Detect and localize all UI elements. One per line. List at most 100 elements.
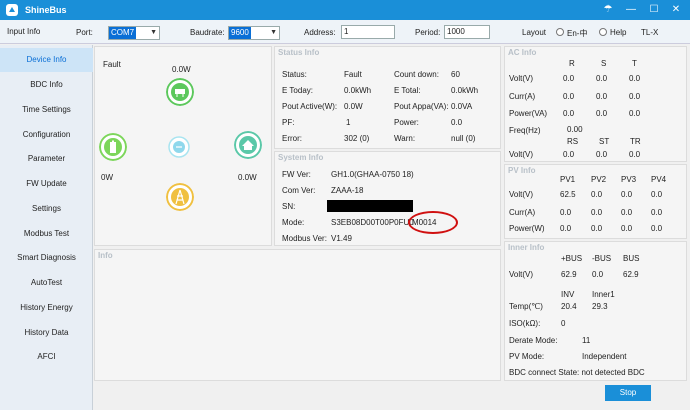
com-ver-value: ZAAA-18 <box>331 186 364 195</box>
home-power-value: 0.0W <box>238 173 257 182</box>
countdown-value: 60 <box>451 70 460 79</box>
bdc-state-text: BDC connect State: not detected BDC <box>509 368 645 377</box>
ac-power-label: Power(VA) <box>509 109 548 118</box>
language-radio[interactable] <box>556 28 564 36</box>
home-icon <box>234 131 262 159</box>
ac-line-volt-rs: 0.0 <box>563 150 575 159</box>
sidebar-item-modbus-test[interactable]: Modbus Test <box>0 222 93 246</box>
address-input[interactable]: 1 <box>341 25 395 39</box>
power-value: 0.0 <box>451 118 463 127</box>
close-button[interactable]: ✕ <box>668 2 684 18</box>
pv-power-value: 0.0W <box>172 65 191 74</box>
sidebar-item-autotest[interactable]: AutoTest <box>0 271 93 295</box>
sidebar-item-afci[interactable]: AFCI <box>0 345 93 369</box>
pout-active-value: 0.0W <box>344 102 363 111</box>
inner-temp-inner1: 29.3 <box>592 302 608 311</box>
inner-info-panel: Inner Info +BUS -BUS BUS Volt(V) 62.9 0.… <box>504 241 687 381</box>
maximize-button[interactable]: ☐ <box>646 2 662 18</box>
inner-volt-label: Volt(V) <box>509 270 534 279</box>
ac-col-st: ST <box>599 137 610 146</box>
ac-line-volt-tr: 0.0 <box>629 150 641 159</box>
status-label: Status: <box>282 70 307 79</box>
pv-col-3: PV3 <box>621 175 637 184</box>
pf-label: PF: <box>282 118 295 127</box>
pv-curr-2: 0.0 <box>591 208 603 217</box>
fw-ver-value: GH1.0(GHAA-0750 18) <box>331 170 414 179</box>
info-panel: Info <box>94 249 501 381</box>
skin-icon[interactable]: ☂ <box>600 2 616 18</box>
ac-freq-value: 0.00 <box>567 125 583 134</box>
sidebar-item-history-data[interactable]: History Data <box>0 321 93 345</box>
period-input[interactable]: 1000 <box>444 25 490 39</box>
warn-label: Warn: <box>394 134 416 143</box>
ac-power-s: 0.0 <box>596 109 608 118</box>
pv-curr-label: Curr(A) <box>509 208 536 217</box>
pv-mode-label: PV Mode: <box>509 352 545 361</box>
inner-col-nbus: -BUS <box>592 254 612 263</box>
sidebar-item-history-energy[interactable]: History Energy <box>0 296 93 320</box>
warn-value: null (0) <box>451 134 476 143</box>
sidebar-item-parameter[interactable]: Parameter <box>0 147 93 171</box>
layout-button[interactable]: Layout <box>522 28 546 37</box>
pv-curr-4: 0.0 <box>651 208 663 217</box>
fw-ver-label: FW Ver: <box>282 170 311 179</box>
period-label: Period: <box>415 28 441 37</box>
pv-power-4: 0.0 <box>651 224 663 233</box>
sidebar-item-time-settings[interactable]: Time Settings <box>0 98 93 122</box>
sidebar-item-smart-diagnosis[interactable]: Smart Diagnosis <box>0 246 93 270</box>
ac-line-volt-label: Volt(V) <box>509 150 534 159</box>
sidebar-item-settings[interactable]: Settings <box>0 197 93 221</box>
stop-button[interactable]: Stop <box>605 385 651 401</box>
inner-col-bus: BUS <box>623 254 640 263</box>
sidebar-item-bdc-info[interactable]: BDC Info <box>0 73 93 97</box>
error-value: 302 (0) <box>344 134 370 143</box>
ac-volt-t: 0.0 <box>629 74 641 83</box>
ac-info-header: AC Info <box>508 48 537 57</box>
pv-volt-4: 0.0 <box>651 190 663 199</box>
port-label: Port: <box>76 28 93 37</box>
battery-power-value: 0W <box>101 173 113 182</box>
sidebar-item-fw-update[interactable]: FW Update <box>0 172 93 196</box>
sidebar: Device Info BDC Info Time Settings Confi… <box>0 45 93 410</box>
help-label[interactable]: Help <box>610 28 626 37</box>
ac-freq-label: Freq(Hz) <box>509 126 541 135</box>
etotal-label: E Total: <box>394 86 421 95</box>
help-radio[interactable] <box>599 28 607 36</box>
chevron-down-icon: ▼ <box>150 29 157 36</box>
port-select[interactable]: COM7 ▼ <box>108 26 160 40</box>
pv-curr-1: 0.0 <box>560 208 572 217</box>
pv-info-panel: PV Info PV1 PV2 PV3 PV4 Volt(V) 62.5 0.0… <box>504 164 687 239</box>
sidebar-item-configuration[interactable]: Configuration <box>0 123 93 147</box>
iso-label: ISO(kΩ): <box>509 319 541 328</box>
iso-value: 0 <box>561 319 566 328</box>
mode-value: S3EB08D00T00P0FU0 <box>331 218 414 227</box>
ac-power-r: 0.0 <box>563 109 575 118</box>
com-ver-label: Com Ver: <box>282 186 316 195</box>
pv-volt-label: Volt(V) <box>509 190 534 199</box>
inner-temp-label: Temp(℃) <box>509 302 543 311</box>
minimize-button[interactable]: — <box>623 2 639 18</box>
pv-volt-2: 0.0 <box>591 190 603 199</box>
solar-panel-icon <box>166 78 194 106</box>
highlight-annotation <box>408 211 458 234</box>
ac-curr-s: 0.0 <box>596 92 608 101</box>
status-value: Fault <box>344 70 362 79</box>
ac-curr-label: Curr(A) <box>509 92 536 101</box>
ac-volt-s: 0.0 <box>596 74 608 83</box>
pv-col-4: PV4 <box>651 175 667 184</box>
ac-col-rs: RS <box>567 137 579 146</box>
etoday-value: 0.0kWh <box>344 86 372 95</box>
model-label: TL-X <box>641 28 659 37</box>
system-info-header: System Info <box>278 153 324 162</box>
power-label: Power: <box>394 118 419 127</box>
ac-volt-r: 0.0 <box>563 74 575 83</box>
inner-volt-nbus: 0.0 <box>592 270 604 279</box>
sidebar-item-device-info[interactable]: Device Info <box>0 48 93 72</box>
ac-col-t: T <box>632 59 637 68</box>
derate-mode-value: 11 <box>582 336 591 345</box>
sn-label: SN: <box>282 202 296 211</box>
status-info-header: Status Info <box>278 48 320 57</box>
mode-label: Mode: <box>282 218 305 227</box>
ac-volt-label: Volt(V) <box>509 74 534 83</box>
baudrate-select[interactable]: 9600 ▼ <box>228 26 280 40</box>
